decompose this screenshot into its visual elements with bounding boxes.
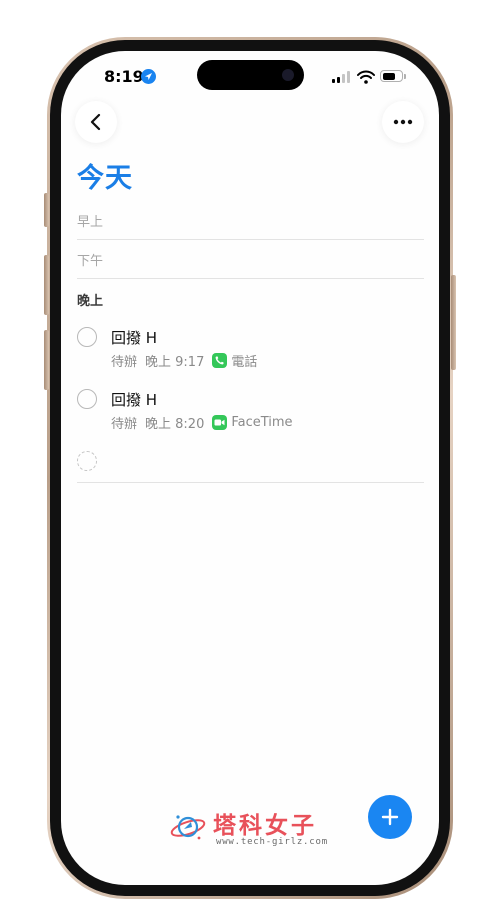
reminder-list-name: 待辦 — [111, 355, 138, 370]
reminder-title: 回撥 H — [111, 391, 158, 409]
status-time: 8:19 — [104, 67, 144, 86]
reminder-meta: 待辦 晚上 9:17 電話 — [111, 351, 257, 370]
phone-app-icon — [212, 353, 228, 368]
ellipsis-icon — [393, 119, 413, 125]
battery-icon — [380, 70, 403, 82]
reminder-app-link[interactable]: FaceTime — [231, 415, 292, 430]
location-arrow-icon — [141, 69, 156, 84]
reminder-due-time: 晚上 9:17 — [145, 355, 205, 370]
volume-down-button — [44, 330, 49, 390]
back-button[interactable] — [75, 101, 117, 143]
reminder-item[interactable]: 回撥 H 待辦 晚上 9:17 電話 — [77, 327, 424, 377]
section-divider — [77, 278, 424, 279]
reminder-list-name: 待辦 — [111, 417, 138, 432]
battery-cap — [404, 74, 406, 79]
reminder-app-link[interactable]: 電話 — [231, 351, 257, 370]
chevron-left-icon — [90, 113, 101, 131]
wifi-icon — [357, 69, 375, 84]
facetime-app-icon — [212, 415, 228, 430]
volume-up-button — [44, 255, 49, 315]
reminder-due-time: 晚上 8:20 — [145, 417, 205, 432]
new-reminder-checkbox[interactable] — [77, 451, 97, 471]
dynamic-island — [197, 60, 304, 90]
reminder-meta: 待辦 晚上 8:20 FaceTime — [111, 413, 293, 432]
reminder-title: 回撥 H — [111, 329, 158, 347]
status-bar: 8:19 — [61, 51, 439, 103]
section-divider — [77, 482, 424, 483]
power-button — [451, 275, 456, 370]
section-evening-label: 晚上 — [77, 294, 104, 309]
reminder-checkbox[interactable] — [77, 327, 97, 347]
watermark-brand: 塔科女子 — [213, 813, 317, 839]
cellular-signal-icon — [332, 71, 351, 83]
new-reminder-row[interactable] — [77, 451, 424, 473]
reminder-checkbox[interactable] — [77, 389, 97, 409]
rocket-logo-icon — [170, 815, 206, 840]
screen: 8:19 今天 早上 下午 晚上 回撥 H 待辦 晚上 9:17 電話 回撥 H… — [61, 51, 439, 885]
action-button — [44, 193, 49, 227]
section-morning-label: 早上 — [77, 215, 104, 230]
watermark-logo: 塔科女子 www.tech-girlz.com — [168, 806, 333, 851]
section-afternoon-label: 下午 — [77, 254, 104, 269]
plus-icon — [381, 808, 399, 826]
add-reminder-button[interactable] — [368, 795, 412, 839]
reminder-item[interactable]: 回撥 H 待辦 晚上 8:20 FaceTime — [77, 389, 424, 439]
more-options-button[interactable] — [382, 101, 424, 143]
front-camera — [282, 69, 294, 81]
section-divider — [77, 239, 424, 240]
page-title: 今天 — [77, 163, 133, 194]
watermark-url: www.tech-girlz.com — [216, 837, 328, 847]
